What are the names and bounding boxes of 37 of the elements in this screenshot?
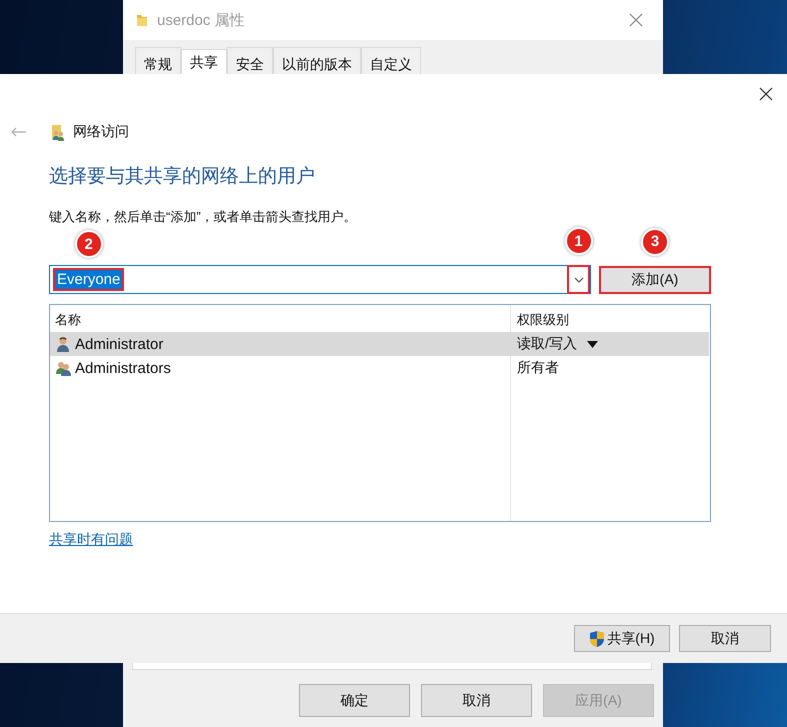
- column-header[interactable]: 名称: [50, 311, 511, 329]
- dialog-button[interactable]: 取消: [679, 625, 771, 652]
- dropdown-arrow-icon[interactable]: [586, 340, 598, 348]
- tab[interactable]: 安全: [227, 47, 273, 74]
- back-arrow-icon[interactable]: [11, 127, 27, 137]
- tab[interactable]: 以前的版本: [273, 47, 361, 74]
- breadcrumb-title: 网络访问: [73, 123, 129, 141]
- user-icon: [55, 336, 71, 352]
- close-icon[interactable]: [759, 87, 773, 101]
- step-badge: 3: [641, 228, 669, 256]
- table-cell: 所有者: [517, 359, 559, 377]
- table-row[interactable]: Administrator 读取/写入: [50, 332, 709, 356]
- instruction-text: 键入名称，然后单击“添加”，或者单击箭头查找用户。: [49, 208, 358, 226]
- shield-icon: [589, 630, 606, 648]
- folder-icon: [135, 12, 149, 28]
- dialog-heading: 选择要与其共享的网络上的用户: [49, 165, 316, 189]
- step-badge: 2: [74, 230, 103, 258]
- table-cell: Administrator: [75, 336, 164, 352]
- column-header[interactable]: 权限级别: [511, 311, 709, 329]
- dialog-button[interactable]: 取消: [421, 684, 532, 717]
- dialog-button[interactable]: 确定: [299, 684, 410, 717]
- table-row[interactable]: Administrators 所有者: [50, 356, 709, 380]
- window-title: userdoc 属性: [157, 10, 246, 30]
- add-button[interactable]: 添加(A): [599, 266, 711, 294]
- dropdown-button[interactable]: [567, 265, 590, 294]
- user-group-icon: [55, 360, 71, 376]
- table-cell: Administrators: [75, 360, 171, 376]
- tab[interactable]: 常规: [135, 47, 181, 74]
- network-folder-icon: [50, 124, 66, 140]
- tab[interactable]: 自定义: [361, 47, 421, 74]
- selected-text: Everyone: [53, 268, 124, 291]
- help-link[interactable]: 共享时有问题: [49, 531, 133, 549]
- table-cell: 读取/写入: [517, 335, 577, 353]
- step-badge: 1: [564, 227, 592, 255]
- chevron-down-icon: [574, 276, 584, 282]
- dialog-button[interactable]: 共享(H): [574, 625, 670, 652]
- tab[interactable]: 共享: [181, 49, 227, 76]
